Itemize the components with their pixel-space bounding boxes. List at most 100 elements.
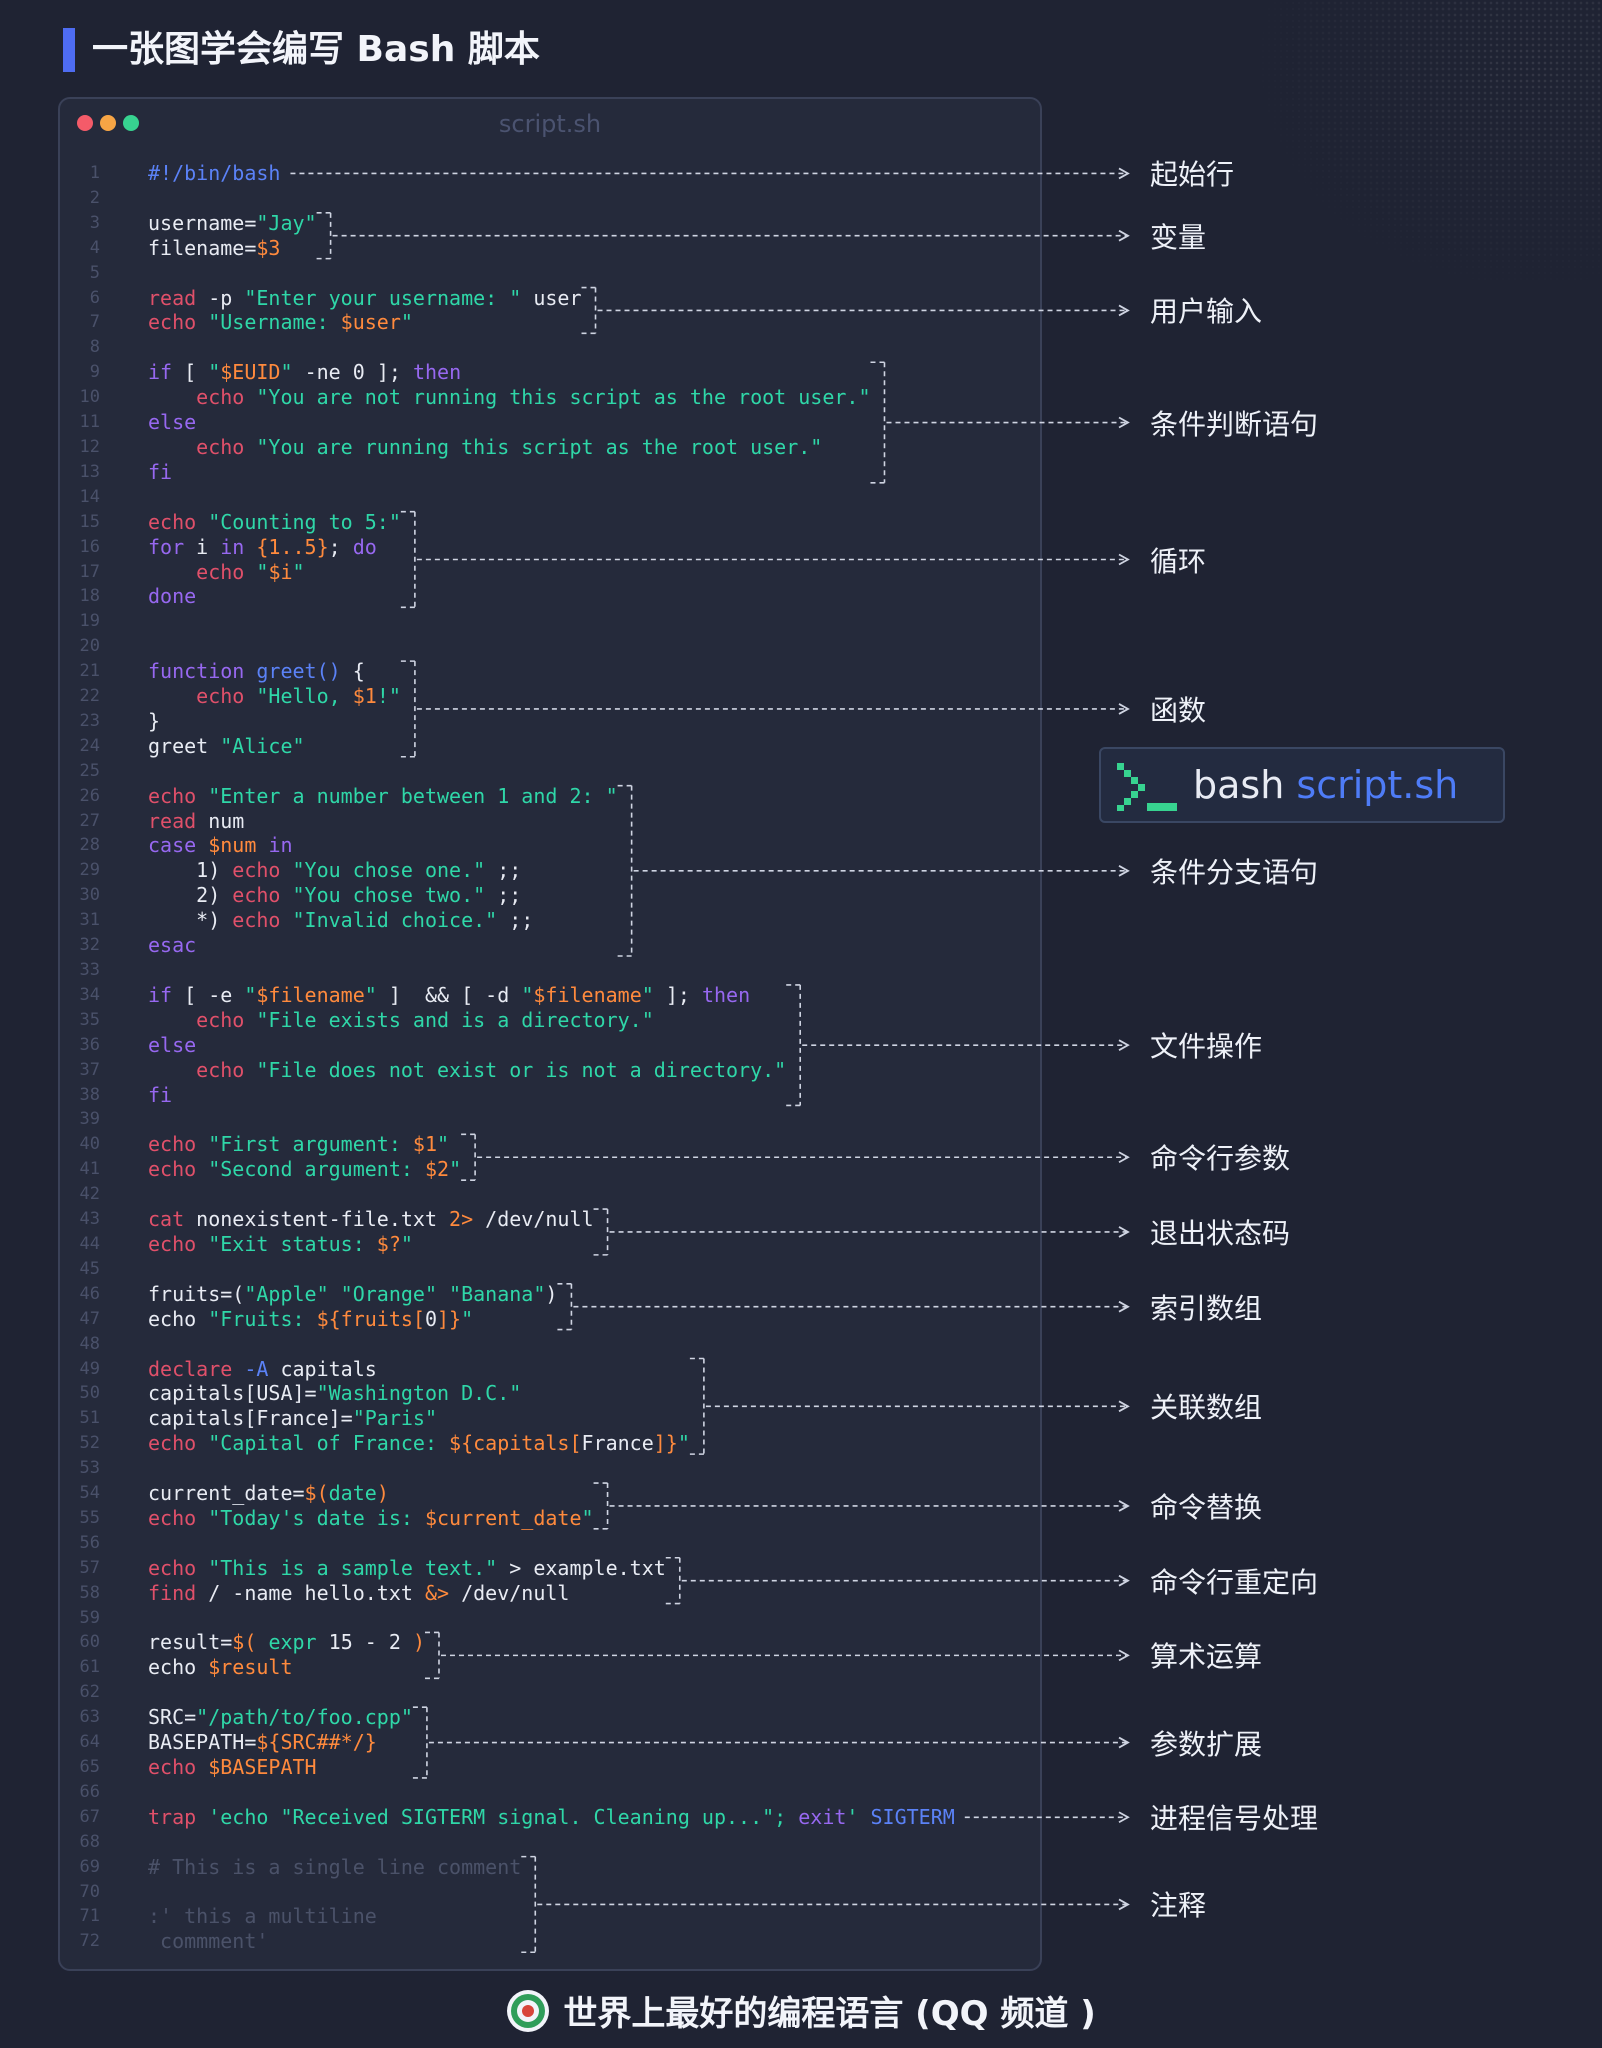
line-number: 50 [79,1383,100,1404]
line-number: 61 [79,1657,100,1678]
annotation-label: 注释 [1150,1889,1207,1923]
code-line: 35 echo "File exists and is a directory.… [60,1008,1040,1033]
code-line: 46 fruits=("Apple" "Orange" "Banana") [60,1282,1040,1307]
code-line: 65 echo $BASEPATH [60,1755,1040,1780]
code-text: current_date=$(date) [148,1481,389,1506]
line-number: 16 [79,536,100,557]
annotation-label: 索引数组 [1150,1291,1263,1325]
code-line: 20 [60,634,1040,659]
annotation-label: 条件分支语句 [1150,855,1319,889]
code-text: username="Jay" [148,210,317,235]
code-text: # This is a single line comment [148,1854,522,1879]
line-number: 53 [79,1458,100,1479]
line-number: 63 [79,1707,100,1728]
line-number: 38 [79,1084,100,1105]
code-text: greet "Alice" [148,733,305,758]
terminal-argument: script.sh [1296,763,1459,807]
code-text: capitals[France]="Paris" [148,1406,437,1431]
code-line: 11 else [60,410,1040,435]
line-number: 56 [79,1532,100,1553]
code-line: 61 echo $result [60,1655,1040,1680]
line-number: 60 [79,1632,100,1653]
code-text: if [ -e "$filename" ] && [ -d "$filename… [148,982,751,1007]
code-line: 70 [60,1880,1040,1905]
code-text: echo "Username: $user" [148,310,413,335]
code-line: 13 fi [60,460,1040,485]
code-line: 1 #!/bin/bash [60,161,1040,186]
code-text: case $num in [148,833,293,858]
code-line: 68 [60,1830,1040,1855]
annotation-label: 进程信号处理 [1150,1802,1319,1836]
line-number: 39 [79,1109,100,1130]
code-line: 58 find / -name hello.txt &> /dev/null [60,1581,1040,1606]
code-text: echo "$i" [196,559,305,584]
code-line: 14 [60,485,1040,510]
annotation-label: 函数 [1150,693,1207,727]
code-line: 59 [60,1606,1040,1631]
line-number: 40 [79,1134,100,1155]
code-line: 9 if [ "$EUID" -ne 0 ]; then [60,360,1040,385]
code-line: 28 case $num in [60,833,1040,858]
code-line: 27 read num [60,809,1040,834]
line-number: 3 [89,212,100,233]
code-text: 1) echo "You chose one." ;; [148,858,522,883]
code-line: 29 1) echo "You chose one." ;; [60,858,1040,883]
line-number: 71 [79,1906,100,1927]
code-text: echo "Hello, $1!" [196,684,401,709]
line-number: 15 [79,511,100,532]
code-line: 39 [60,1107,1040,1132]
line-number: 30 [79,885,100,906]
line-number: 8 [89,337,100,358]
line-number: 28 [79,835,100,856]
line-number: 51 [79,1408,100,1429]
code-line: 36 else [60,1033,1040,1058]
code-line: 7 echo "Username: $user" [60,310,1040,335]
line-number: 57 [79,1557,100,1578]
code-line: 55 echo "Today's date is: $current_date" [60,1506,1040,1531]
code-text: echo "You are not running this script as… [196,385,871,410]
code-text: *) echo "Invalid choice." ;; [148,908,534,933]
code-text: function greet() { [148,659,365,684]
line-number: 54 [79,1483,100,1504]
line-number: 72 [79,1931,100,1952]
line-number: 31 [79,910,100,931]
line-number: 14 [79,486,100,507]
code-line: 62 [60,1680,1040,1705]
line-number: 32 [79,935,100,956]
line-number: 55 [79,1507,100,1528]
line-number: 2 [89,187,100,208]
code-line: 44 echo "Exit status: $?" [60,1232,1040,1257]
line-number: 9 [89,362,100,383]
code-text: trap 'echo "Received SIGTERM signal. Cle… [148,1804,955,1829]
qq-channel-logo-icon [507,1989,550,2032]
line-number: 44 [79,1233,100,1254]
code-line: 16 for i in {1..5}; do [60,535,1040,560]
annotation-label: 变量 [1150,220,1207,254]
code-text: if [ "$EUID" -ne 0 ]; then [148,360,462,385]
code-line: 25 [60,759,1040,784]
code-text: declare -A capitals [148,1356,377,1381]
code-line: 57 echo "This is a sample text." > exampl… [60,1556,1040,1581]
window-filename: script.sh [498,110,602,138]
code-line: 54 current_date=$(date) [60,1481,1040,1506]
code-text: commment' [148,1929,269,1954]
code-text: echo "Counting to 5:" [148,509,401,534]
code-line: 60 result=$( expr 15 - 2 ) [60,1630,1040,1655]
code-text: read num [148,808,245,833]
code-text: esac [148,933,197,958]
line-number: 13 [79,461,100,482]
code-text: BASEPATH=${SRC##*/} [148,1730,377,1755]
terminal-command-card: bash script.sh [1099,747,1505,823]
code-text: echo "File does not exist or is not a di… [196,1057,787,1082]
code-line: 41 echo "Second argument: $2" [60,1157,1040,1182]
code-text: SRC="/path/to/foo.cpp" [148,1705,413,1730]
code-text: } [148,708,161,733]
annotation-label: 循环 [1150,544,1207,578]
code-line: 56 [60,1531,1040,1556]
line-number: 64 [79,1732,100,1753]
code-block: 1 #!/bin/bash 2 3 username="Jay" 4 filename=$3… [60,161,1040,1954]
annotation-label: 起始行 [1150,158,1235,192]
terminal-command: bash [1193,763,1285,807]
title-accent-bar [63,28,75,72]
code-text: echo "Enter a number between 1 and 2: " [148,783,618,808]
